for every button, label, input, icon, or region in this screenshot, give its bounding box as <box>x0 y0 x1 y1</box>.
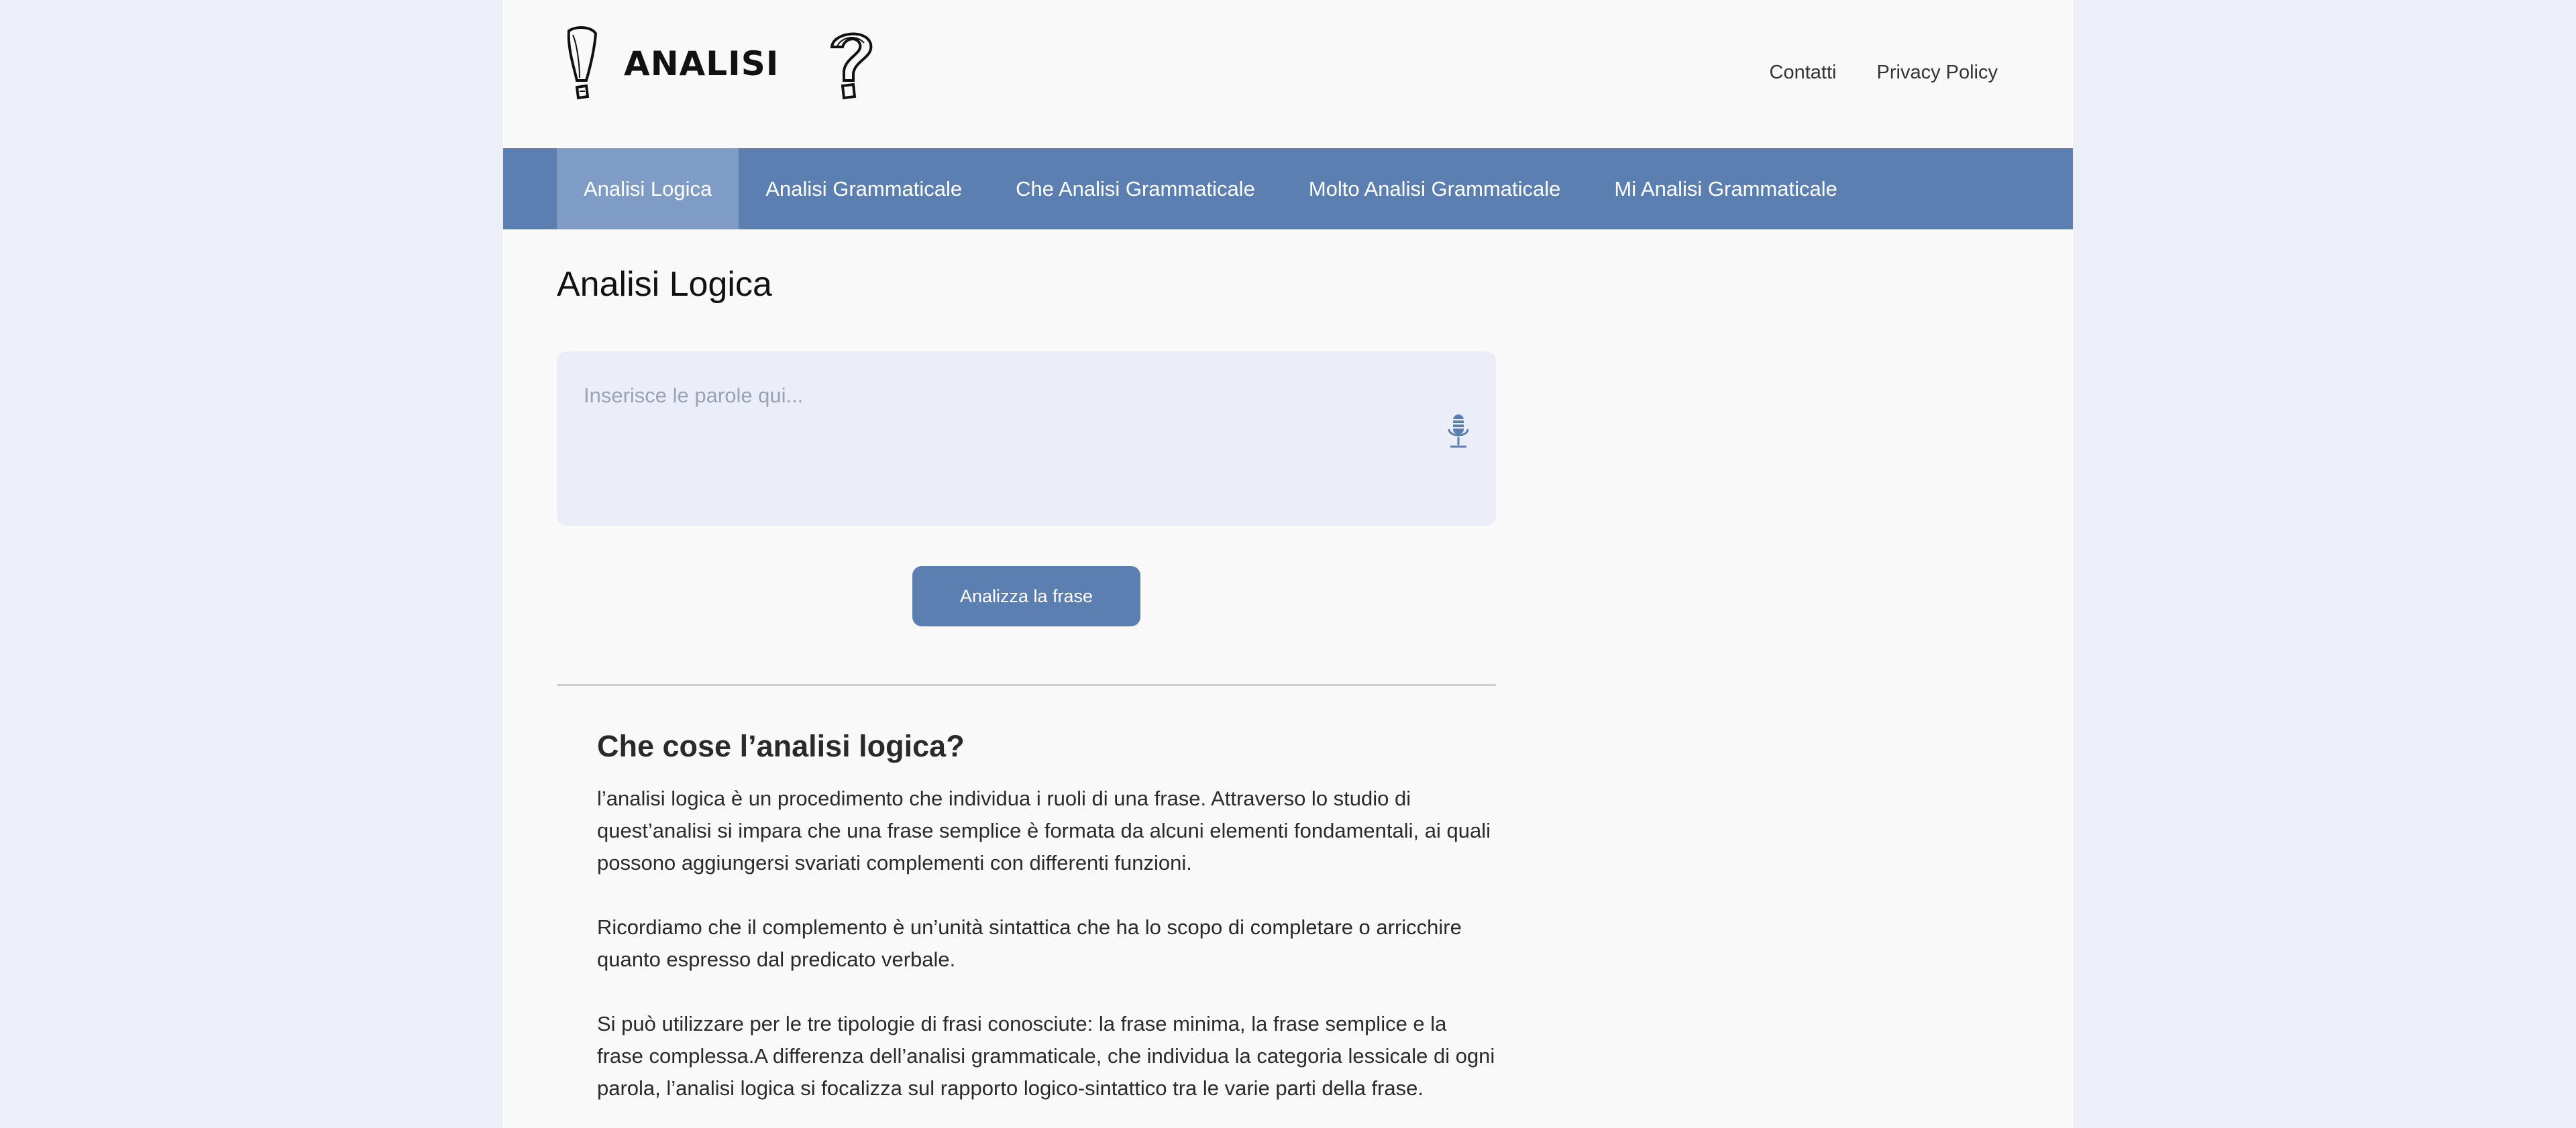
nav-item-molto-analisi-grammaticale[interactable]: Molto Analisi Grammaticale <box>1282 148 1588 229</box>
nav-item-mi-analisi-grammaticale[interactable]: Mi Analisi Grammaticale <box>1587 148 1864 229</box>
site-header: ANALISI Contatti Privacy Policy <box>503 0 2073 148</box>
question-mark-icon <box>830 32 873 100</box>
microphone-icon[interactable] <box>1446 413 1470 451</box>
article-heading: Che cose l’analisi logica? <box>597 729 965 763</box>
nav-item-analisi-grammaticale[interactable]: Analisi Grammaticale <box>739 148 989 229</box>
sentence-input[interactable] <box>557 351 1456 538</box>
article-paragraph: l’analisi logica è un procedimento che i… <box>597 787 1491 875</box>
article-paragraph: Si può utilizzare per le tre tipologie d… <box>597 1012 1495 1100</box>
article-paragraph: Ricordiamo che il complemento è un’unità… <box>597 915 1462 971</box>
exclamation-mark-icon <box>567 26 598 100</box>
top-links: Contatti Privacy Policy <box>1770 62 1998 84</box>
nav-item-che-analisi-grammaticale[interactable]: Che Analisi Grammaticale <box>989 148 1282 229</box>
main-nav: Analisi Logica Analisi Grammaticale Che … <box>503 148 2073 229</box>
privacy-policy-link[interactable]: Privacy Policy <box>1877 62 1998 84</box>
page-container: ANALISI Contatti Privacy Policy Analisi … <box>503 0 2073 1128</box>
analyze-sentence-button[interactable]: Analizza la frase <box>912 566 1140 626</box>
contatti-link[interactable]: Contatti <box>1770 62 1837 84</box>
divider <box>557 684 1496 686</box>
site-logo[interactable]: ANALISI <box>557 24 873 105</box>
sentence-input-box <box>557 351 1496 538</box>
nav-item-analisi-logica[interactable]: Analisi Logica <box>557 148 739 229</box>
page-title: Analisi Logica <box>557 265 772 304</box>
article: Che cose l’analisi logica? l’analisi log… <box>597 729 1496 1128</box>
logo-text: ANALISI <box>624 44 780 83</box>
